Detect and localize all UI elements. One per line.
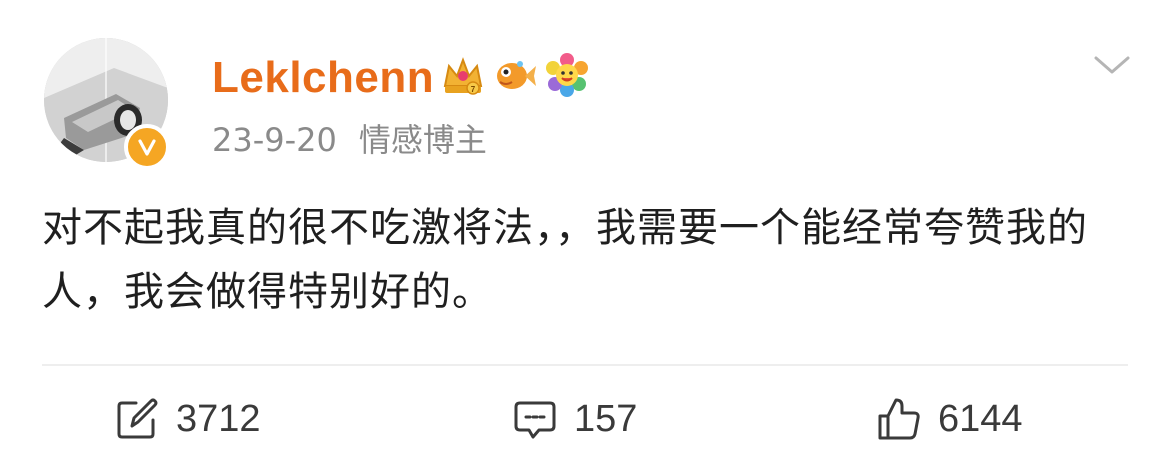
repost-button[interactable]: 3712 [114,384,261,454]
verified-badge-icon [124,124,170,170]
flower-badge-icon[interactable] [544,52,590,98]
repost-count: 3712 [176,398,261,440]
user-badges: 7 [440,52,590,98]
svg-text:7: 7 [471,85,476,94]
repost-icon [117,398,158,439]
divider [42,364,1128,366]
like-count: 6144 [938,398,1023,440]
chevron-down-icon[interactable] [1092,52,1132,78]
like-button[interactable]: 6144 [876,384,1023,454]
post-content: 对不起我真的很不吃激将法，，我需要一个能经常夸赞我的人，我会做得特别好的。 [42,205,1088,315]
crown-level-badge-icon[interactable]: 7 [440,52,486,98]
post-meta: 23-9-20 情感博主 [212,118,487,162]
comment-icon [514,401,556,439]
username[interactable]: Leklchenn [212,48,434,108]
fish-badge-icon[interactable] [492,52,538,98]
thumbs-up-icon [878,398,920,440]
user-tag: 情感博主 [358,121,487,159]
weibo-post-card: Leklchenn 7 23-9-20 情感博主 对不起我真的很不吃激将法，，我… [0,0,1170,473]
comment-button[interactable]: 157 [512,384,637,454]
action-bar: 3712 157 6144 [0,384,1170,454]
comment-count: 157 [574,398,638,440]
post-date: 23-9-20 [212,121,337,159]
